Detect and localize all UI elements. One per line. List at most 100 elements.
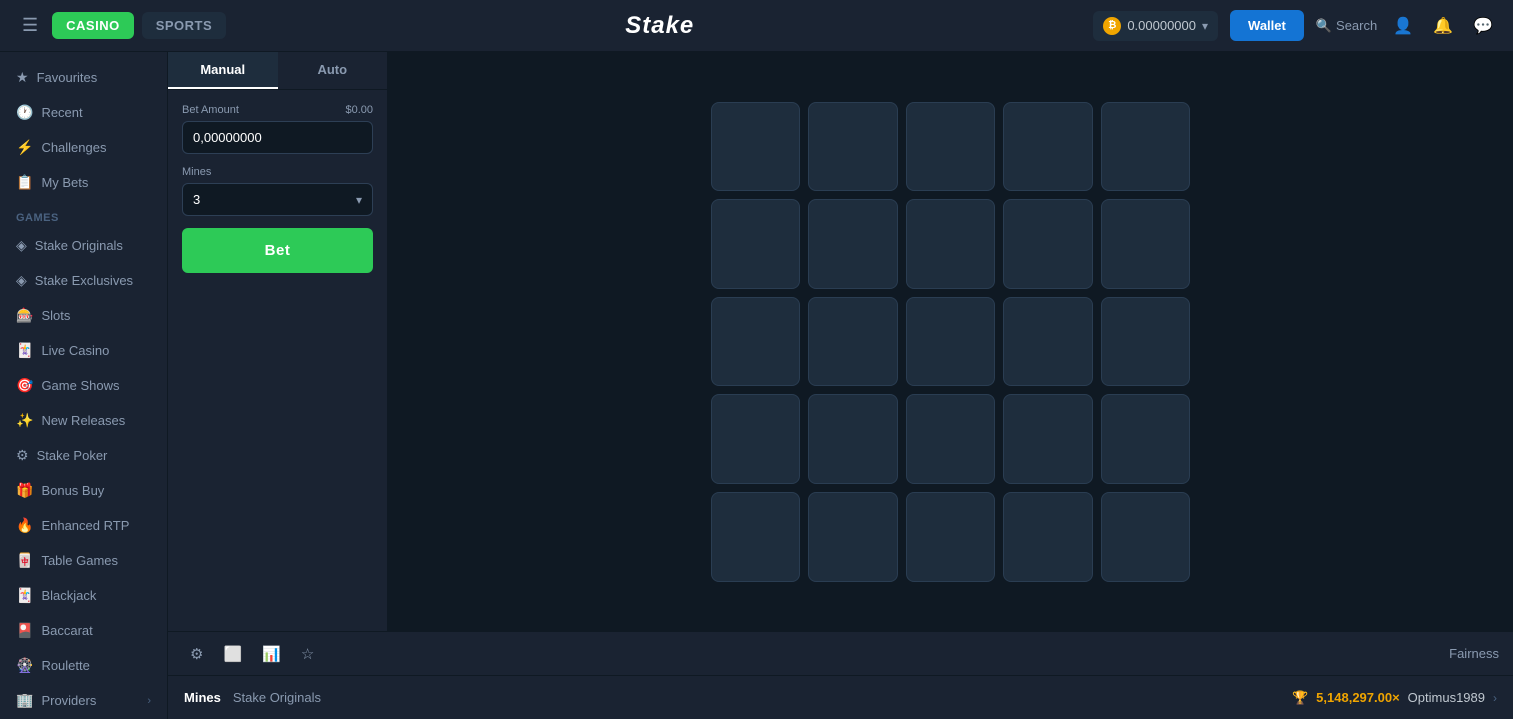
mine-cell[interactable] — [1101, 199, 1191, 289]
sidebar-item-game-shows[interactable]: 🎯 Game Shows — [0, 368, 167, 403]
sidebar-item-label: Providers — [41, 693, 96, 708]
sports-nav-btn[interactable]: SPORTS — [142, 12, 226, 39]
hamburger-icon[interactable]: ☰ — [16, 9, 44, 42]
mine-cell[interactable] — [808, 492, 898, 582]
mine-cell[interactable] — [711, 199, 801, 289]
sidebar-item-enhanced-rtp[interactable]: 🔥 Enhanced RTP — [0, 508, 167, 543]
mine-cell[interactable] — [1003, 297, 1093, 387]
mine-cell[interactable] — [906, 199, 996, 289]
mine-cell[interactable] — [808, 297, 898, 387]
tab-manual[interactable]: Manual — [168, 52, 278, 89]
mine-cell[interactable] — [808, 199, 898, 289]
sidebar-item-live-casino[interactable]: 🃏 Live Casino — [0, 333, 167, 368]
sidebar-item-label: Game Shows — [41, 378, 119, 393]
sidebar-item-providers[interactable]: 🏢 Providers › — [0, 683, 167, 718]
tab-auto[interactable]: Auto — [278, 52, 388, 89]
stake-originals-icon: ◈ — [16, 237, 27, 254]
mine-cell[interactable] — [711, 102, 801, 192]
new-releases-icon: ✨ — [16, 412, 33, 429]
mine-cell[interactable] — [906, 394, 996, 484]
fairness-link[interactable]: Fairness — [1449, 646, 1499, 661]
casino-nav-btn[interactable]: CASINO — [52, 12, 134, 39]
mode-tabs: Manual Auto — [168, 52, 387, 90]
nav-right: ₿ 0.00000000 ▾ Wallet 🔍 Search 👤 🔔 💬 — [1093, 10, 1497, 41]
bet-button[interactable]: Bet — [182, 228, 373, 273]
mines-group: Mines 3 1 2 4 5 ▾ — [182, 166, 373, 216]
star-icon: ☆ — [301, 646, 314, 663]
balance-area[interactable]: ₿ 0.00000000 ▾ — [1093, 11, 1218, 41]
sidebar-item-label: New Releases — [41, 413, 125, 428]
star-toolbar-btn[interactable]: ☆ — [293, 639, 322, 669]
sidebar-item-table-games[interactable]: 🀄 Table Games — [0, 543, 167, 578]
sidebar-item-label: Roulette — [41, 658, 89, 673]
search-icon: 🔍 — [1316, 18, 1332, 34]
content-area: Manual Auto Bet Amount $0.00 ₿ ½ 2× — [168, 52, 1513, 719]
bottom-game-name: Mines — [184, 690, 221, 705]
chart-icon: 📊 — [262, 646, 281, 663]
sidebar: ★ Favourites 🕐 Recent ⚡ Challenges 📋 My … — [0, 52, 168, 719]
mine-cell[interactable] — [1101, 394, 1191, 484]
sidebar-item-blackjack[interactable]: 🃏 Blackjack — [0, 578, 167, 613]
favourites-icon: ★ — [16, 69, 29, 86]
wallet-button[interactable]: Wallet — [1230, 10, 1304, 41]
bet-amount-group: Bet Amount $0.00 ₿ ½ 2× — [182, 104, 373, 154]
chart-toolbar-btn[interactable]: 📊 — [254, 639, 289, 669]
topnav: ☰ CASINO SPORTS Stake ₿ 0.00000000 ▾ Wal… — [0, 0, 1513, 52]
sidebar-item-recent[interactable]: 🕐 Recent — [0, 95, 167, 130]
chat-icon[interactable]: 💬 — [1469, 12, 1497, 40]
sidebar-item-challenges[interactable]: ⚡ Challenges — [0, 130, 167, 165]
bottom-game-category: Stake Originals — [233, 690, 321, 705]
mine-cell[interactable] — [906, 297, 996, 387]
sidebar-item-bonus-buy[interactable]: 🎁 Bonus Buy — [0, 473, 167, 508]
sidebar-item-stake-originals[interactable]: ◈ Stake Originals — [0, 228, 167, 263]
user-icon[interactable]: 👤 — [1389, 12, 1417, 40]
bet-amount-label: Bet Amount $0.00 — [182, 104, 373, 116]
mine-cell[interactable] — [1003, 394, 1093, 484]
mine-cell[interactable] — [1003, 102, 1093, 192]
bottom-user-area: 🏆 5,148,297.00× Optimus1989 › — [1292, 690, 1497, 706]
sidebar-item-stake-exclusives[interactable]: ◈ Stake Exclusives — [0, 263, 167, 298]
mine-cell[interactable] — [1101, 492, 1191, 582]
roulette-icon: 🎡 — [16, 657, 33, 674]
mine-cell[interactable] — [711, 394, 801, 484]
sidebar-item-favourites[interactable]: ★ Favourites — [0, 60, 167, 95]
slots-icon: 🎰 — [16, 307, 33, 324]
mine-cell[interactable] — [906, 492, 996, 582]
mine-cell[interactable] — [1101, 297, 1191, 387]
enhanced-rtp-icon: 🔥 — [16, 517, 33, 534]
screen-toolbar-btn[interactable]: ⬜ — [215, 639, 250, 669]
mine-cell[interactable] — [808, 394, 898, 484]
bonus-buy-icon: 🎁 — [16, 482, 33, 499]
sidebar-item-label: Baccarat — [41, 623, 92, 638]
sidebar-item-new-releases[interactable]: ✨ New Releases — [0, 403, 167, 438]
mine-cell[interactable] — [1003, 492, 1093, 582]
mines-select[interactable]: 3 1 2 4 5 — [183, 184, 346, 215]
sidebar-item-roulette[interactable]: 🎡 Roulette — [0, 648, 167, 683]
mine-cell[interactable] — [1003, 199, 1093, 289]
bell-icon[interactable]: 🔔 — [1429, 12, 1457, 40]
mine-cell[interactable] — [1101, 102, 1191, 192]
bet-amount-usd: $0.00 — [345, 104, 373, 116]
sidebar-item-baccarat[interactable]: 🎴 Baccarat — [0, 613, 167, 648]
games-section-header: Games — [0, 200, 167, 228]
search-area[interactable]: 🔍 Search — [1316, 18, 1377, 34]
sidebar-item-mybets[interactable]: 📋 My Bets — [0, 165, 167, 200]
mines-grid-area — [388, 52, 1513, 631]
blackjack-icon: 🃏 — [16, 587, 33, 604]
mine-cell[interactable] — [808, 102, 898, 192]
sidebar-item-label: Live Casino — [41, 343, 109, 358]
mybets-icon: 📋 — [16, 174, 33, 191]
sidebar-item-stake-poker[interactable]: ⚙ Stake Poker — [0, 438, 167, 473]
sidebar-item-slots[interactable]: 🎰 Slots — [0, 298, 167, 333]
balance-value: 0.00000000 — [1127, 18, 1196, 33]
stake-exclusives-icon: ◈ — [16, 272, 27, 289]
challenges-icon: ⚡ — [16, 139, 33, 156]
bet-amount-input[interactable] — [183, 122, 373, 153]
mine-cell[interactable] — [906, 102, 996, 192]
mine-cell[interactable] — [711, 492, 801, 582]
settings-toolbar-btn[interactable]: ⚙ — [182, 639, 211, 669]
chevron-right-icon: › — [1493, 691, 1497, 705]
sidebar-item-label: Challenges — [41, 140, 106, 155]
mine-cell[interactable] — [711, 297, 801, 387]
table-games-icon: 🀄 — [16, 552, 33, 569]
